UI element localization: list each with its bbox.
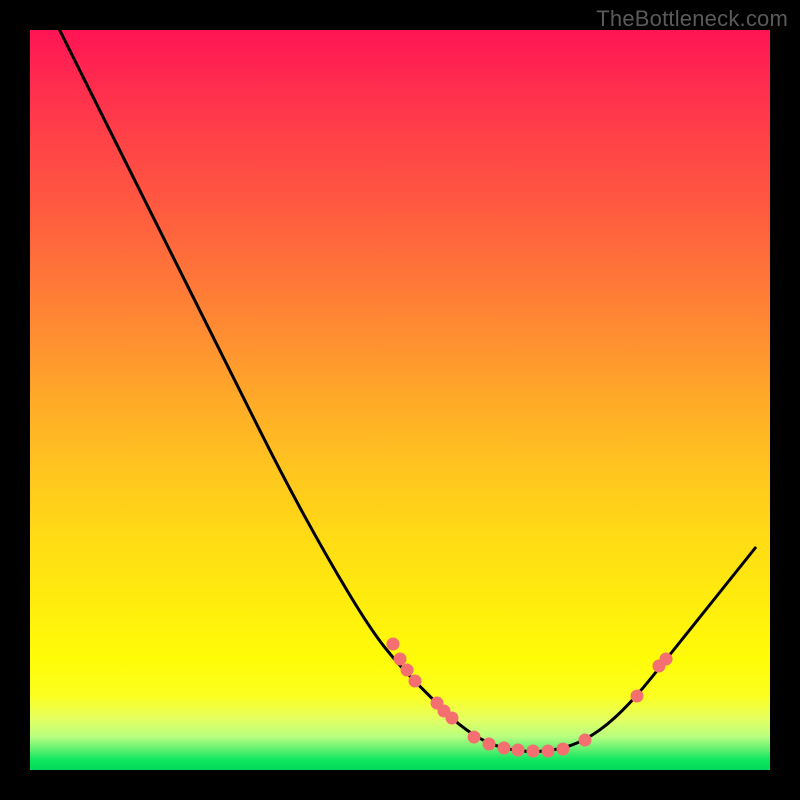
data-marker — [556, 742, 569, 755]
data-marker — [512, 744, 525, 757]
data-marker — [386, 638, 399, 651]
data-marker — [660, 653, 673, 666]
chart-frame: TheBottleneck.com — [0, 0, 800, 800]
data-marker — [527, 744, 540, 757]
watermark-text: TheBottleneck.com — [596, 6, 788, 32]
data-marker — [497, 741, 510, 754]
data-marker — [468, 730, 481, 743]
data-marker — [408, 675, 421, 688]
data-marker — [630, 690, 643, 703]
data-marker — [482, 738, 495, 751]
plot-area — [30, 30, 770, 770]
data-marker — [579, 734, 592, 747]
data-marker — [445, 712, 458, 725]
data-marker — [542, 744, 555, 757]
